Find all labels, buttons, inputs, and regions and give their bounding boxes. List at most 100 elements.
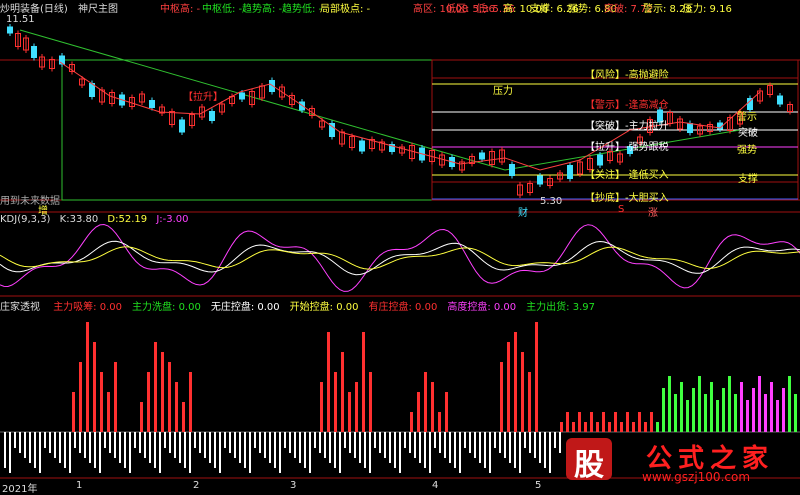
kdj-j-line: [0, 223, 800, 292]
hist-bar-down: [279, 432, 281, 473]
chart-canvas[interactable]: [0, 0, 800, 492]
hist-bar-right: [680, 382, 683, 432]
candle-body: [7, 26, 13, 34]
hist-bar-right: [716, 400, 719, 432]
watermark-url: www.gszj100.com: [642, 470, 751, 484]
vol-item: 高度控盘: 0.00: [447, 302, 517, 313]
hist-bar-red: [410, 412, 413, 432]
hist-bar-down: [449, 432, 451, 463]
hist-bar-down: [184, 432, 186, 468]
hist-bar-down: [469, 432, 471, 453]
hist-bar-right: [776, 400, 779, 432]
hist-bar-down: [194, 432, 196, 448]
price-low-label: 5.30: [540, 196, 563, 207]
candle-body: [509, 164, 515, 176]
hist-bar-down: [49, 432, 51, 453]
hist-bar-down: [244, 432, 246, 468]
zone-label: 【关注】-逢低买入: [585, 170, 669, 181]
hist-bar-down: [204, 432, 206, 458]
hist-bar-down: [284, 432, 286, 448]
hist-bar-down: [404, 432, 406, 448]
hist-bar-right: [782, 388, 785, 432]
zhang-label: 涨: [648, 208, 658, 219]
hist-bar-down: [359, 432, 361, 463]
hist-bar-right: [662, 388, 665, 432]
hist-bar-down: [269, 432, 271, 463]
hist-bar-down: [399, 432, 401, 473]
hist-bar-red: [72, 392, 75, 432]
hist-bar-red: [369, 372, 372, 432]
vol-name[interactable]: 庄家透视: [0, 302, 40, 313]
hist-bar-right: [656, 422, 659, 432]
hist-bar-down: [439, 432, 441, 453]
hist-bar-down: [79, 432, 81, 453]
hist-bar-right: [650, 412, 653, 432]
kdj-d-value: 52.19: [118, 214, 148, 225]
hist-bar-down: [104, 432, 106, 448]
hist-bar-right: [794, 394, 797, 432]
hist-bar-down: [144, 432, 146, 458]
hist-bar-down: [489, 432, 491, 473]
hist-bar-down: [249, 432, 251, 473]
hist-bar-down: [529, 432, 531, 453]
hist-bar-right: [632, 422, 635, 432]
hist-bar-red: [514, 332, 517, 432]
candle-body: [359, 140, 365, 152]
x-axis-label: 4: [432, 480, 439, 491]
hist-bar-down: [289, 432, 291, 453]
hist-bar-right: [584, 422, 587, 432]
hist-bar-down: [109, 432, 111, 453]
hist-bar-down: [389, 432, 391, 463]
zone-label: 【拉升】-强势跟税: [585, 142, 669, 153]
hist-bar-red: [175, 382, 178, 432]
hist-bar-red: [154, 342, 157, 432]
hist-bar-down: [504, 432, 506, 458]
vol-item: 主力出货: 3.97: [526, 302, 595, 313]
hist-bar-down: [114, 432, 116, 458]
hist-bar-right: [560, 422, 563, 432]
hist-bar-red: [431, 382, 434, 432]
zone-label: 【突破】-主力拉升: [585, 121, 669, 132]
kdj-k-label: K:: [59, 214, 70, 225]
hist-bar-down: [319, 432, 321, 453]
kdj-j-value: -3.00: [162, 214, 189, 225]
hist-bar-down: [44, 432, 46, 448]
hist-bar-red: [521, 352, 524, 432]
zone-label: 【警示】-逢高减仓: [585, 100, 669, 111]
level-label: 强势: [737, 145, 757, 156]
candle-body: [179, 119, 185, 133]
hist-bar-right: [758, 376, 761, 432]
hist-bar-down: [434, 432, 436, 448]
hist-bar-down: [94, 432, 96, 468]
candle-body: [597, 154, 603, 166]
kdj-header: KDJ(9,3,3) K:33.80 D:52.19 J:-3.00: [0, 214, 189, 225]
hist-bar-right: [698, 376, 701, 432]
hist-bar-down: [394, 432, 396, 468]
hist-bar-right: [596, 422, 599, 432]
hist-bar-down: [309, 432, 311, 473]
hist-bar-down: [254, 432, 256, 448]
hist-bar-right: [734, 394, 737, 432]
kdj-name[interactable]: KDJ(9,3,3): [0, 214, 50, 225]
hist-bar-down: [424, 432, 426, 468]
hist-bar-red: [79, 362, 82, 432]
hist-bar-right: [578, 412, 581, 432]
candle-body: [537, 175, 543, 185]
hist-bar-down: [274, 432, 276, 468]
hist-bar-red: [189, 372, 192, 432]
hist-bar-down: [164, 432, 166, 448]
hist-bar-down: [374, 432, 376, 448]
hist-bar-red: [417, 392, 420, 432]
hist-bar-right: [668, 376, 671, 432]
hist-bar-down: [24, 432, 26, 458]
vol-item: 主力洗盘: 0.00: [132, 302, 201, 313]
hist-bar-right: [770, 382, 773, 432]
x-axis-label: 5: [535, 480, 542, 491]
hist-bar-down: [214, 432, 216, 468]
hist-bar-red: [107, 392, 110, 432]
price-high-label: 11.51: [6, 14, 35, 25]
hist-bar-right: [704, 394, 707, 432]
hist-bar-down: [264, 432, 266, 458]
hist-bar-down: [324, 432, 326, 458]
hist-bar-down: [219, 432, 221, 473]
